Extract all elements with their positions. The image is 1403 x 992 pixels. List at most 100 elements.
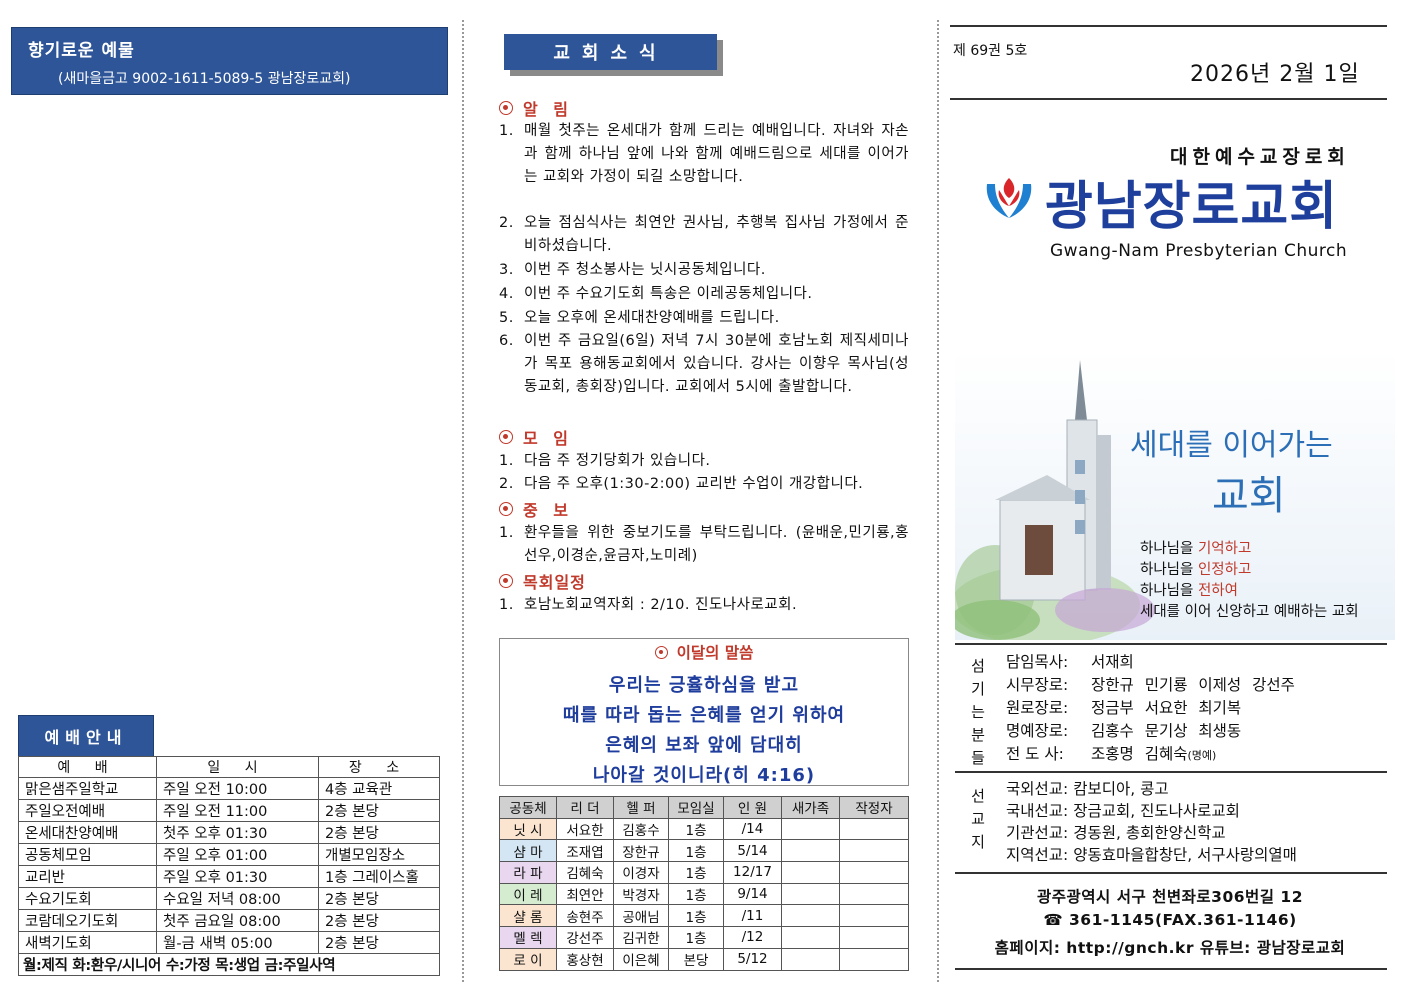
notice-item: 6. 이번 주 금요일(6일) 저녁 7시 30분에 호남노회 제직세미나가 목포… [499, 330, 909, 399]
group-row: 샬 롬 송현주 공애님 1층/11 [499, 904, 909, 928]
address-rule [955, 872, 1387, 874]
notice-item: 2. 오늘 점심식사는 최연안 권사님, 추행복 집사님 가정에서 준비하셨습니다… [499, 212, 909, 258]
fold-line-right [937, 20, 939, 982]
worship-col-service: 예 배 [18, 755, 157, 779]
meeting-item: 2. 다음 주 오후(1:30-2:00) 교리반 수업이 개강합니다. [499, 473, 909, 496]
item-number: 1. [499, 597, 514, 613]
worship-cell-service: 코람데오기도회 [18, 909, 157, 933]
church-logo-icon [986, 178, 1032, 218]
verse-heading: 이달의 말씀 [500, 641, 908, 663]
group-cell-new [781, 839, 840, 863]
group-cell-count: 5/12 [723, 947, 782, 971]
group-cell-room: 본당 [668, 947, 724, 971]
group-cell-new [781, 926, 840, 949]
staff-row: 담임목사: 서재희 [1006, 650, 1134, 672]
item-number: 1. [499, 123, 514, 139]
worship-row: 주일오전예배 주일 오전 11:00 2층 본당 [18, 799, 440, 823]
item-text: 다음 주 정기당회가 있습니다. [524, 453, 711, 469]
bullet-icon [499, 101, 513, 115]
bottom-rule [955, 968, 1387, 970]
worship-cell-time: 주일 오후 01:30 [156, 865, 319, 889]
bullet-icon [499, 574, 513, 588]
group-cell-helper: 김귀한 [613, 926, 669, 949]
section-schedule: 목회일정 [499, 569, 586, 593]
bulletin-page: 향기로운 예물 (새마을금고 9002-1611-5089-5 광남장로교회) … [0, 0, 1403, 992]
verse-line: 때를 따라 돕는 은혜를 얻기 위하여 [562, 705, 846, 726]
group-col: 작정자 [839, 796, 909, 819]
group-cell-new [781, 882, 840, 906]
worship-cell-place: 2층 본당 [318, 887, 440, 911]
group-cell-pledge [839, 839, 909, 863]
group-col: 새가족 [781, 796, 840, 819]
group-col: 모임실 [668, 796, 724, 819]
staff-row: 시무장로: 장한규 민기룡 이제성 강선주 [1006, 673, 1295, 695]
offering-title: 향기로운 예물 [28, 41, 135, 61]
staff-names: 조홍명 김혜숙 [1091, 745, 1188, 763]
item-number: 2. [499, 215, 514, 231]
news-title: 교회소식 [504, 34, 717, 70]
verse-line: 은혜의 보좌 앞에 담대히 [605, 735, 803, 756]
fold-line-left [462, 20, 464, 982]
top-rule [950, 25, 1387, 27]
group-cell-room: 1층 [668, 861, 724, 884]
group-cell-name: 샴 마 [499, 839, 557, 863]
group-cell-room: 1층 [668, 904, 724, 928]
group-table: 공동체 리 더 헬 퍼 모임실 인 원 새가족 작정자 닛 시 서요한 김홍수 1층 /… [499, 796, 909, 971]
worship-cell-time: 첫주 오후 01:30 [156, 821, 319, 845]
worship-cell-service: 교리반 [18, 865, 157, 889]
item-number: 3. [499, 262, 514, 278]
group-cell-room: 1층 [668, 926, 724, 949]
group-cell-helper: 박경자 [613, 882, 669, 906]
item-text: 이번 주 수요기도회 특송은 이레공동체입니다. [524, 286, 813, 302]
worship-row: 맑은샘주일학교 주일 오전 10:00 4층 교육관 [18, 777, 440, 801]
worship-cell-time: 주일 오전 10:00 [156, 777, 319, 801]
offering-box: 향기로운 예물 (새마을금고 9002-1611-5089-5 광남장로교회) [11, 27, 448, 95]
mission-row: 국외선교: 캄보디아, 콩고 [1006, 780, 1169, 798]
bullet-icon [499, 430, 513, 444]
item-text: 이번 주 금요일(6일) 저녁 7시 30분에 호남노회 제직세미나가 목포 용… [524, 333, 909, 395]
church-english-name: Gwang-Nam Presbyterian Church [1050, 241, 1348, 261]
notice-item: 4. 이번 주 수요기도회 특송은 이레공동체입니다. [499, 283, 909, 306]
group-cell-name: 샬 롬 [499, 904, 557, 928]
item-number: 1. [499, 525, 514, 541]
church-address: 광주광역시 서구 천변좌로306번길 12 [1037, 888, 1303, 906]
section-prayer: 중 보 [499, 497, 573, 521]
item-number: 5. [499, 310, 514, 326]
notice-item: 5. 오늘 오후에 온세대찬양예배를 드립니다. [499, 307, 909, 330]
worship-cell-time: 주일 오전 11:00 [156, 799, 319, 823]
group-row: 멜 렉 강선주 김귀한 1층/12 [499, 926, 909, 949]
staff-role: 시무장로: [1006, 676, 1069, 694]
group-cell-new [781, 861, 840, 884]
worship-row: 공동체모임 주일 오후 01:00 개별모임장소 [18, 843, 440, 867]
sub-line-text: 하나님을 [1140, 583, 1198, 599]
worship-cell-service: 공동체모임 [18, 843, 157, 867]
group-cell-leader: 최연안 [556, 882, 614, 906]
group-cell-room: 1층 [668, 839, 724, 863]
item-text: 호남노회교역자회 : 2/10. 진도나사로교회. [524, 597, 798, 613]
group-cell-helper: 이은혜 [613, 947, 669, 971]
mission-row: 국내선교: 장금교회, 진도나사로교회 [1006, 802, 1240, 820]
group-cell-count: /11 [723, 904, 782, 928]
worship-cell-time: 주일 오후 01:00 [156, 843, 319, 867]
worship-cell-service: 새벽기도회 [18, 931, 157, 955]
staff-row: 원로장로: 정금부 서요한 최기복 [1006, 696, 1241, 718]
sub-line-text: 세대를 이어 신앙하고 예배하는 교회 [1140, 604, 1359, 620]
item-text: 환우들을 위한 중보기도를 부탁드립니다. (윤배운,민기룡,홍선우,이경순,윤… [524, 525, 909, 564]
worship-table-header: 예 배 일 시 장 소 [18, 755, 440, 779]
worship-cell-place: 4층 교육관 [318, 777, 440, 801]
group-cell-count: /14 [723, 817, 782, 841]
worship-cell-place: 2층 본당 [318, 909, 440, 933]
sub-line-highlight: 전하여 [1197, 583, 1238, 599]
slogan-sub-line: 하나님을 인정하고 [1140, 558, 1251, 579]
worship-col-place: 장 소 [318, 755, 440, 779]
staff-role: 전 도 사: [1006, 745, 1064, 763]
notice-item: 3. 이번 주 청소봉사는 닛시공동체입니다. [499, 259, 909, 282]
section-meeting-label: 모 임 [523, 429, 574, 448]
slogan-sub-line: 하나님을 기억하고 [1140, 537, 1251, 558]
section-schedule-label: 목회일정 [523, 573, 586, 592]
worship-row: 수요기도회 수요일 저녁 08:00 2층 본당 [18, 887, 440, 911]
worship-cell-place: 개별모임장소 [318, 843, 440, 867]
mission-row: 기관선교: 경동원, 총회한양신학교 [1006, 824, 1226, 842]
worship-cell-place: 2층 본당 [318, 799, 440, 823]
group-cell-helper: 공애님 [613, 904, 669, 928]
